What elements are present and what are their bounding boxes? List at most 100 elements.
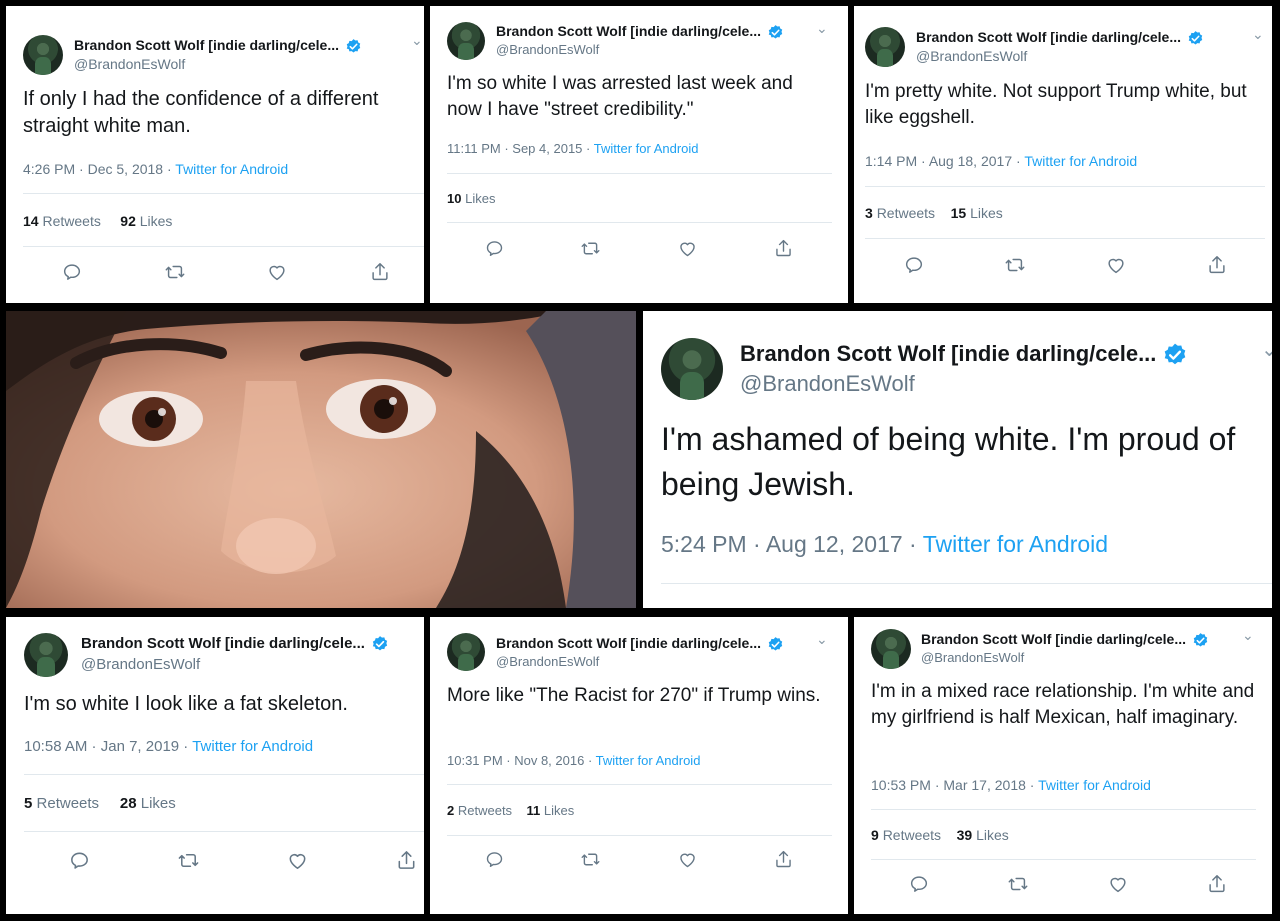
tweet-timestamp: 10:31 PM · Nov 8, 2016 · Twitter for And… (447, 753, 701, 768)
tweet-text: I'm so white I was arrested last week an… (447, 73, 793, 120)
verified-badge-icon (1187, 30, 1204, 47)
source-link[interactable]: Twitter for Android (1024, 153, 1137, 169)
retweet-icon[interactable] (1007, 873, 1029, 895)
divider (871, 809, 1256, 810)
retweet-icon[interactable] (164, 261, 186, 283)
share-icon[interactable] (395, 849, 418, 872)
tweet-text: I'm ashamed of being white. I'm proud of… (661, 421, 1236, 502)
tweet-card[interactable]: Brandon Scott Wolf [indie darling/cele..… (6, 617, 424, 914)
chevron-down-icon[interactable]: ⌄ (1242, 627, 1254, 644)
display-name[interactable]: Brandon Scott Wolf [indie darling/cele..… (916, 29, 1204, 47)
like-count[interactable]: 28 Likes (120, 795, 176, 812)
display-name[interactable]: Brandon Scott Wolf [indie darling/cele..… (740, 341, 1188, 368)
display-name[interactable]: Brandon Scott Wolf [indie darling/cele..… (74, 37, 362, 55)
display-name[interactable]: Brandon Scott Wolf [indie darling/cele..… (496, 23, 784, 41)
retweet-count[interactable]: 5 Retweets (24, 795, 99, 812)
avatar[interactable] (447, 22, 485, 60)
action-bar (484, 849, 794, 870)
chevron-down-icon[interactable]: ⌄ (1261, 337, 1272, 362)
avatar[interactable] (871, 629, 911, 669)
retweet-icon[interactable] (177, 849, 200, 872)
source-link[interactable]: Twitter for Android (594, 141, 699, 156)
engagement-stats: 3 Retweets 15 Likes (865, 205, 1003, 221)
share-icon[interactable] (1206, 254, 1228, 276)
engagement-stats: 5 Retweets 28 Likes (24, 795, 176, 812)
source-link[interactable]: Twitter for Android (175, 161, 288, 177)
handle: @BrandonEsWolf (496, 654, 600, 669)
like-icon[interactable] (677, 238, 698, 259)
chevron-down-icon[interactable]: ⌄ (816, 20, 828, 37)
avatar[interactable] (661, 338, 723, 400)
divider (447, 784, 832, 785)
handle: @BrandonEsWolf (74, 56, 186, 72)
avatar[interactable] (23, 35, 63, 75)
tweet-card[interactable]: Brandon Scott Wolf [indie darling/cele..… (6, 6, 424, 303)
like-icon[interactable] (677, 849, 698, 870)
like-icon[interactable] (1105, 254, 1127, 276)
retweet-icon[interactable] (580, 238, 601, 259)
source-link[interactable]: Twitter for Android (923, 531, 1108, 557)
source-link[interactable]: Twitter for Android (596, 753, 701, 768)
retweet-count[interactable]: 14 Retweets (23, 213, 101, 229)
retweet-count[interactable]: 3 Retweets (865, 205, 935, 221)
source-link[interactable]: Twitter for Android (192, 738, 313, 755)
source-link[interactable]: Twitter for Android (1038, 777, 1151, 793)
share-icon[interactable] (1206, 873, 1228, 895)
like-count[interactable]: 92 Likes (120, 213, 172, 229)
retweet-icon[interactable] (1004, 254, 1026, 276)
like-count[interactable]: 39 Likes (957, 827, 1009, 843)
tweet-text: More like "The Racist for 270" if Trump … (447, 685, 821, 706)
divider (447, 173, 832, 174)
reply-icon[interactable] (903, 254, 925, 276)
display-name[interactable]: Brandon Scott Wolf [indie darling/cele..… (81, 635, 389, 653)
retweet-count[interactable]: 9 Retweets (871, 827, 941, 843)
divider (447, 835, 832, 836)
tweet-card[interactable]: Brandon Scott Wolf [indie darling/cele..… (854, 617, 1272, 914)
avatar[interactable] (24, 633, 68, 677)
tweet-card[interactable]: Brandon Scott Wolf [indie darling/cele..… (430, 6, 848, 303)
reply-icon[interactable] (61, 261, 83, 283)
tweet-timestamp: 1:14 PM · Aug 18, 2017 · Twitter for And… (865, 153, 1138, 169)
action-bar (903, 254, 1228, 276)
reply-icon[interactable] (484, 849, 505, 870)
like-icon[interactable] (1107, 873, 1129, 895)
like-count[interactable]: 11 Likes (527, 803, 575, 818)
display-name[interactable]: Brandon Scott Wolf [indie darling/cele..… (921, 631, 1209, 649)
tweet-card[interactable]: Brandon Scott Wolf [indie darling/cele..… (430, 617, 848, 914)
like-count[interactable]: 15 Likes (951, 205, 1003, 221)
reply-icon[interactable] (484, 238, 505, 259)
chevron-down-icon[interactable]: ⌄ (1252, 26, 1264, 43)
tweet-text: I'm so white I look like a fat skeleton. (24, 693, 348, 715)
handle: @BrandonEsWolf (916, 48, 1028, 64)
selfie-photo (6, 311, 636, 608)
divider (23, 246, 424, 247)
like-icon[interactable] (286, 849, 309, 872)
like-count[interactable]: 10 Likes (447, 191, 495, 206)
tweet-card[interactable]: Brandon Scott Wolf [indie darling/cele..… (854, 6, 1272, 303)
engagement-stats: 9 Retweets 39 Likes (871, 827, 1009, 843)
verified-badge-icon (1162, 342, 1188, 368)
divider (865, 238, 1265, 239)
avatar[interactable] (865, 27, 905, 67)
action-bar (908, 873, 1228, 895)
share-icon[interactable] (773, 238, 794, 259)
share-icon[interactable] (773, 849, 794, 870)
chevron-down-icon[interactable]: ⌄ (816, 631, 828, 648)
chevron-down-icon[interactable]: ⌄ (411, 32, 423, 49)
tweet-timestamp: 5:24 PM · Aug 12, 2017 · Twitter for And… (661, 531, 1109, 557)
engagement-stats: 14 Retweets 92 Likes (23, 213, 172, 229)
reply-icon[interactable] (908, 873, 930, 895)
verified-badge-icon (1192, 632, 1209, 649)
share-icon[interactable] (369, 261, 391, 283)
divider (865, 186, 1265, 187)
retweet-icon[interactable] (580, 849, 601, 870)
divider (24, 831, 424, 832)
retweet-count[interactable]: 2 Retweets (447, 803, 512, 818)
avatar[interactable] (447, 633, 485, 671)
like-icon[interactable] (266, 261, 288, 283)
display-name[interactable]: Brandon Scott Wolf [indie darling/cele..… (496, 635, 784, 653)
tweet-text: I'm in a mixed race relationship. I'm wh… (871, 681, 1255, 728)
action-bar (484, 238, 794, 259)
tweet-card-featured[interactable]: Brandon Scott Wolf [indie darling/cele..… (643, 311, 1272, 608)
reply-icon[interactable] (68, 849, 91, 872)
